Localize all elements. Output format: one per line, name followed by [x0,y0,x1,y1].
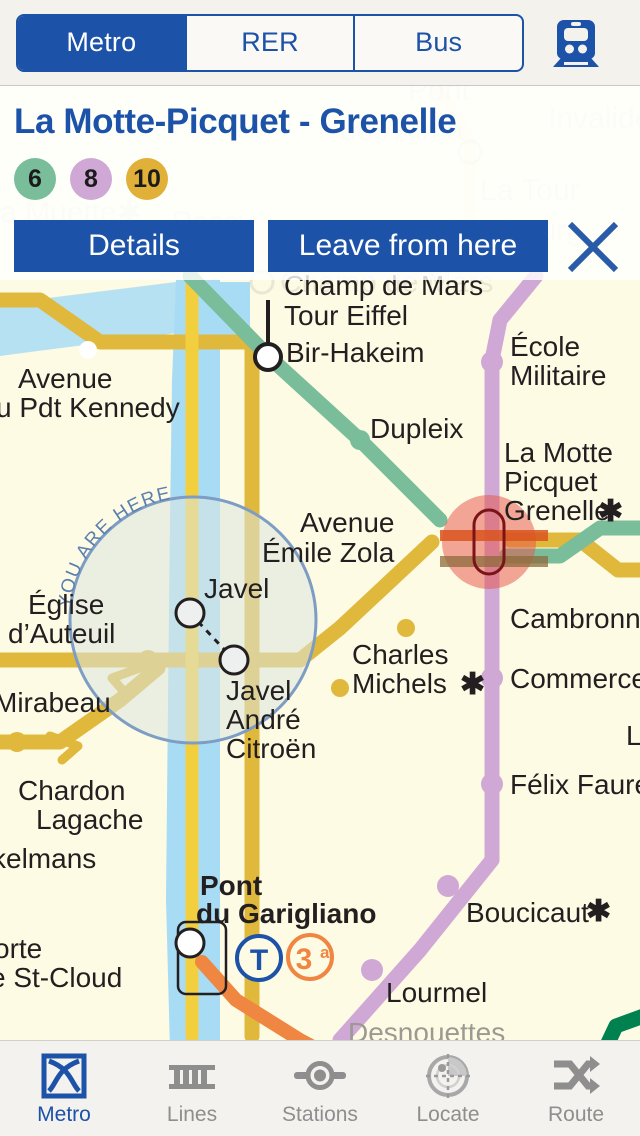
svg-text:Picquet: Picquet [504,466,598,497]
svg-text:Église: Église [28,589,104,620]
svg-text:Lourmel: Lourmel [386,977,487,1008]
locate-icon [425,1053,471,1099]
bottom-tab-bar: Metro Lines [0,1040,640,1136]
svg-text:Bir-Hakeim: Bir-Hakeim [286,337,424,368]
svg-text:✱: ✱ [460,668,485,701]
svg-text:kelmans: kelmans [0,843,96,874]
panel-actions: Details Leave from here [14,220,548,272]
tab-label-metro: Metro [37,1104,91,1125]
segment-metro[interactable]: Metro [18,16,187,70]
line-badge-8[interactable]: 8 [70,158,112,200]
tab-route[interactable]: Route [512,1041,640,1136]
svg-text:Militaire: Militaire [510,360,606,391]
segment-bus[interactable]: Bus [355,16,522,70]
svg-text:u Pdt Kennedy: u Pdt Kennedy [0,392,180,423]
line-badges: 6 8 10 [14,158,168,200]
svg-text:Chardon: Chardon [18,775,125,806]
station-info-panel: La Motte-Picquet - Grenelle 6 8 10 Detai… [0,86,640,280]
line-badge-6[interactable]: 6 [14,158,56,200]
train-icon[interactable] [538,14,614,72]
svg-text:Avenue: Avenue [18,363,112,394]
app-root: Trocadéro Iéna Clemenceau Pont de l’Alma… [0,0,640,1136]
svg-text:Mirabeau: Mirabeau [0,687,111,718]
tab-label-lines: Lines [167,1104,217,1125]
svg-text:L: L [626,720,640,751]
svg-text:3: 3 [296,943,313,976]
svg-text:Lagache: Lagache [36,804,143,835]
svg-text:Javel: Javel [204,573,269,604]
svg-text:Boucicaut: Boucicaut [466,897,589,928]
svg-text:École: École [510,331,580,362]
svg-text:orte: orte [0,933,42,964]
svg-text:André: André [226,704,301,735]
tab-lines[interactable]: Lines [128,1041,256,1136]
svg-text:Javel: Javel [226,675,291,706]
page-title: La Motte-Picquet - Grenelle [14,102,456,142]
stations-icon [292,1053,348,1099]
segment-rer[interactable]: RER [187,16,356,70]
tab-metro[interactable]: Metro [0,1041,128,1136]
svg-text:✱: ✱ [598,495,623,528]
tab-label-locate: Locate [416,1104,479,1125]
svg-text:a: a [320,943,330,962]
svg-text:Tour Eiffel: Tour Eiffel [284,300,408,331]
svg-text:Citroën: Citroën [226,733,316,764]
svg-text:La Motte: La Motte [504,437,613,468]
svg-text:Dupleix: Dupleix [370,413,463,444]
svg-text:Grenelle: Grenelle [504,495,610,526]
tab-stations[interactable]: Stations [256,1041,384,1136]
mode-toolbar: Metro RER Bus [0,0,640,86]
svg-text:Pont: Pont [200,870,262,901]
tab-locate[interactable]: Locate [384,1041,512,1136]
svg-text:✱: ✱ [586,895,611,928]
svg-text:Cambronn: Cambronn [510,603,640,634]
route-icon [550,1053,602,1099]
svg-text:Avenue: Avenue [300,507,394,538]
tab-label-route: Route [548,1104,604,1125]
close-icon[interactable] [562,216,624,278]
svg-text:d’Auteuil: d’Auteuil [8,618,115,649]
tab-label-stations: Stations [282,1104,358,1125]
metro-icon [41,1053,87,1099]
svg-text:Michels: Michels [352,668,447,699]
transport-mode-segmented-control[interactable]: Metro RER Bus [16,14,524,72]
svg-text:Charles: Charles [352,639,448,670]
svg-text:T: T [250,944,268,977]
svg-text:Commerce: Commerce [510,663,640,694]
svg-text:e St-Cloud: e St-Cloud [0,962,122,993]
leave-from-here-button[interactable]: Leave from here [268,220,548,272]
details-button[interactable]: Details [14,220,254,272]
svg-text:du Garigliano: du Garigliano [196,898,376,929]
lines-icon [166,1053,218,1099]
line-badge-10[interactable]: 10 [126,158,168,200]
svg-text:Félix Faure: Félix Faure [510,769,640,800]
svg-text:Émile Zola: Émile Zola [262,537,395,568]
